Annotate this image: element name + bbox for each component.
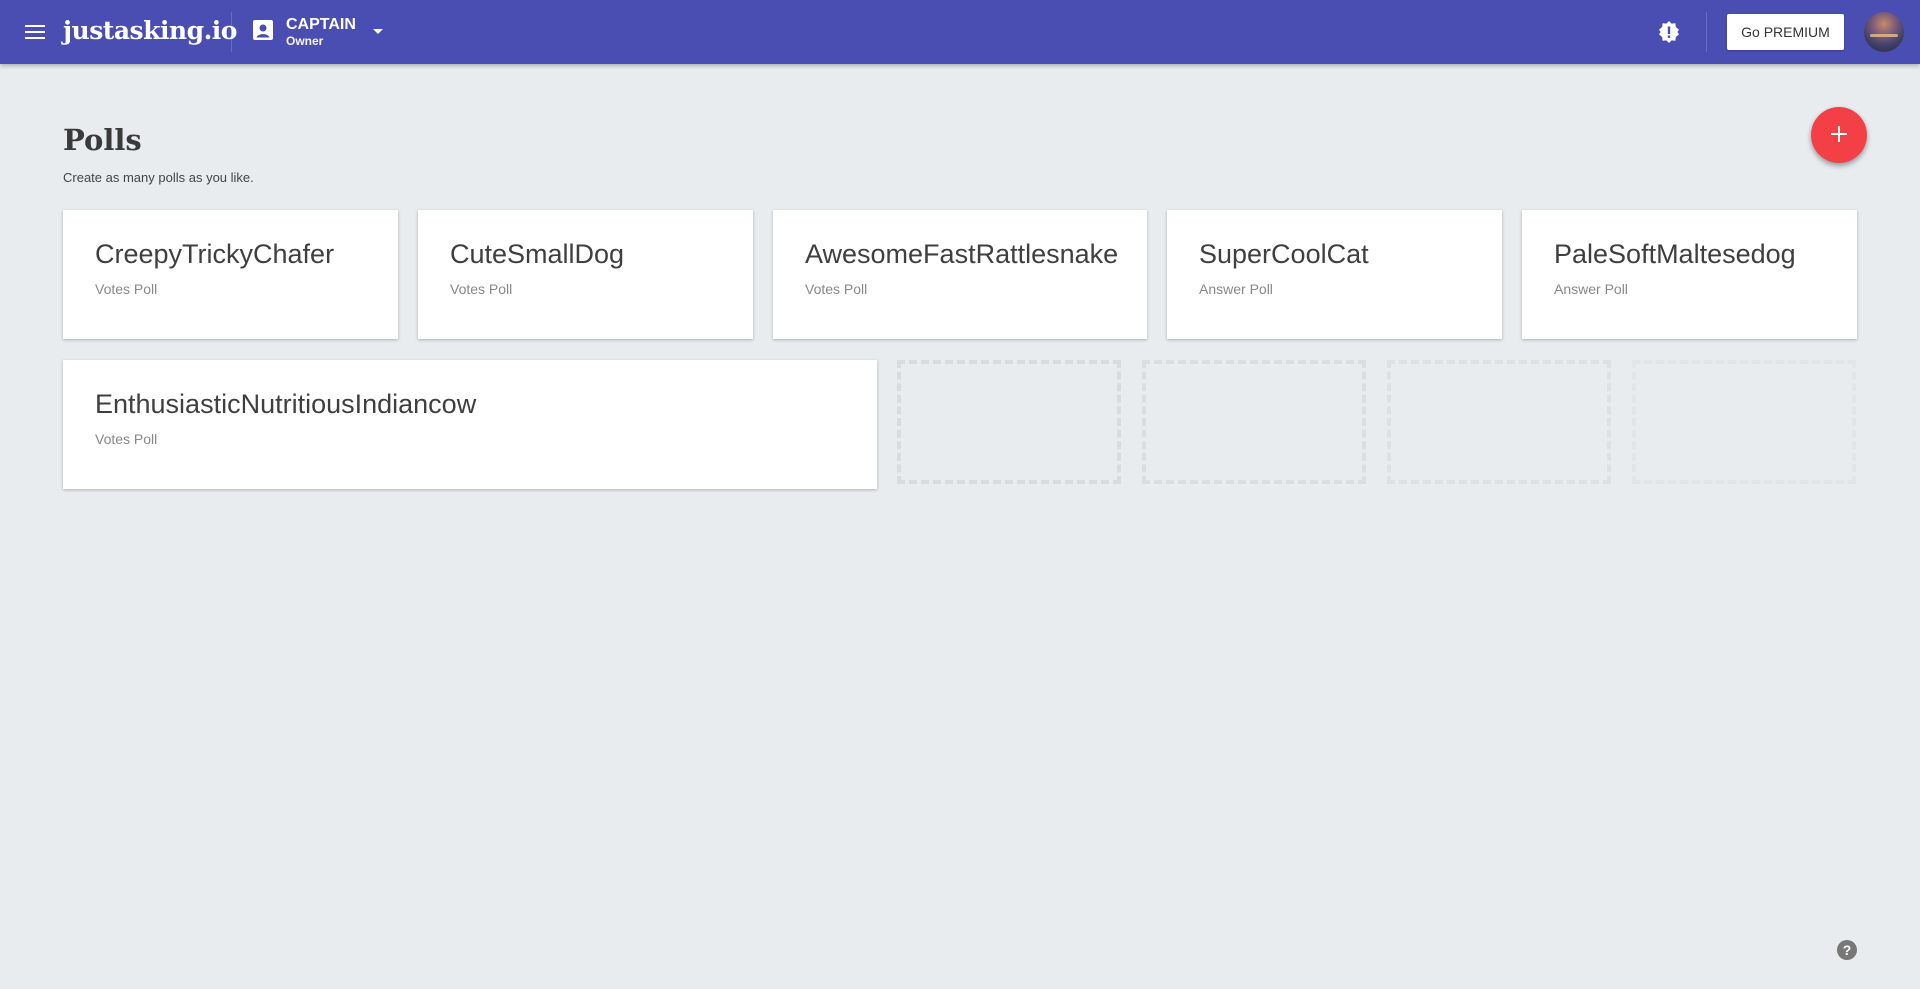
create-poll-button[interactable] xyxy=(1811,107,1867,163)
poll-type: Votes Poll xyxy=(805,281,868,297)
poll-type: Votes Poll xyxy=(95,281,158,297)
event-selector[interactable]: CAPTAIN Owner xyxy=(252,12,384,52)
avatar[interactable] xyxy=(1864,12,1904,52)
poll-type: Votes Poll xyxy=(450,281,513,297)
logo[interactable]: justasking.io xyxy=(63,14,237,48)
page-subtitle: Create as many polls as you like. xyxy=(63,170,254,185)
top-app-bar: justasking.io CAPTAIN Owner Go PREMIUM xyxy=(0,0,1920,64)
empty-slot-placeholder xyxy=(1632,360,1856,484)
poll-card[interactable]: PaleSoftMaltesedog Answer Poll xyxy=(1522,210,1857,339)
event-name: CAPTAIN xyxy=(286,16,356,33)
empty-slot-placeholder xyxy=(1387,360,1611,484)
divider xyxy=(1706,12,1707,52)
alert-badge-icon[interactable] xyxy=(1655,18,1683,46)
help-icon[interactable]: ? xyxy=(1837,940,1857,960)
caret-down-icon[interactable] xyxy=(372,23,384,41)
poll-name: AwesomeFastRattlesnake xyxy=(805,239,1119,269)
poll-name: SuperCoolCat xyxy=(1199,239,1369,269)
poll-type: Answer Poll xyxy=(1554,281,1628,297)
poll-card[interactable]: SuperCoolCat Answer Poll xyxy=(1167,210,1502,339)
account-box-icon xyxy=(252,19,274,46)
poll-card[interactable]: EnthusiasticNutritiousIndiancow Votes Po… xyxy=(63,360,877,489)
empty-slot-placeholder xyxy=(897,360,1121,484)
poll-card[interactable]: AwesomeFastRattlesnake Votes Poll xyxy=(773,210,1147,339)
event-info: CAPTAIN Owner xyxy=(286,16,356,48)
menu-icon[interactable] xyxy=(20,16,52,48)
poll-name: PaleSoftMaltesedog xyxy=(1554,239,1796,269)
plus-icon xyxy=(1830,125,1848,146)
poll-type: Votes Poll xyxy=(95,431,158,447)
empty-slot-placeholder xyxy=(1142,360,1366,484)
poll-name: CreepyTrickyChafer xyxy=(95,239,335,269)
event-role: Owner xyxy=(286,34,324,48)
page-title: Polls xyxy=(63,123,142,157)
poll-name: EnthusiasticNutritiousIndiancow xyxy=(95,389,477,419)
poll-type: Answer Poll xyxy=(1199,281,1273,297)
divider xyxy=(231,12,232,52)
poll-card[interactable]: CreepyTrickyChafer Votes Poll xyxy=(63,210,398,339)
poll-card[interactable]: CuteSmallDog Votes Poll xyxy=(418,210,753,339)
go-premium-button[interactable]: Go PREMIUM xyxy=(1727,14,1844,50)
poll-name: CuteSmallDog xyxy=(450,239,625,269)
